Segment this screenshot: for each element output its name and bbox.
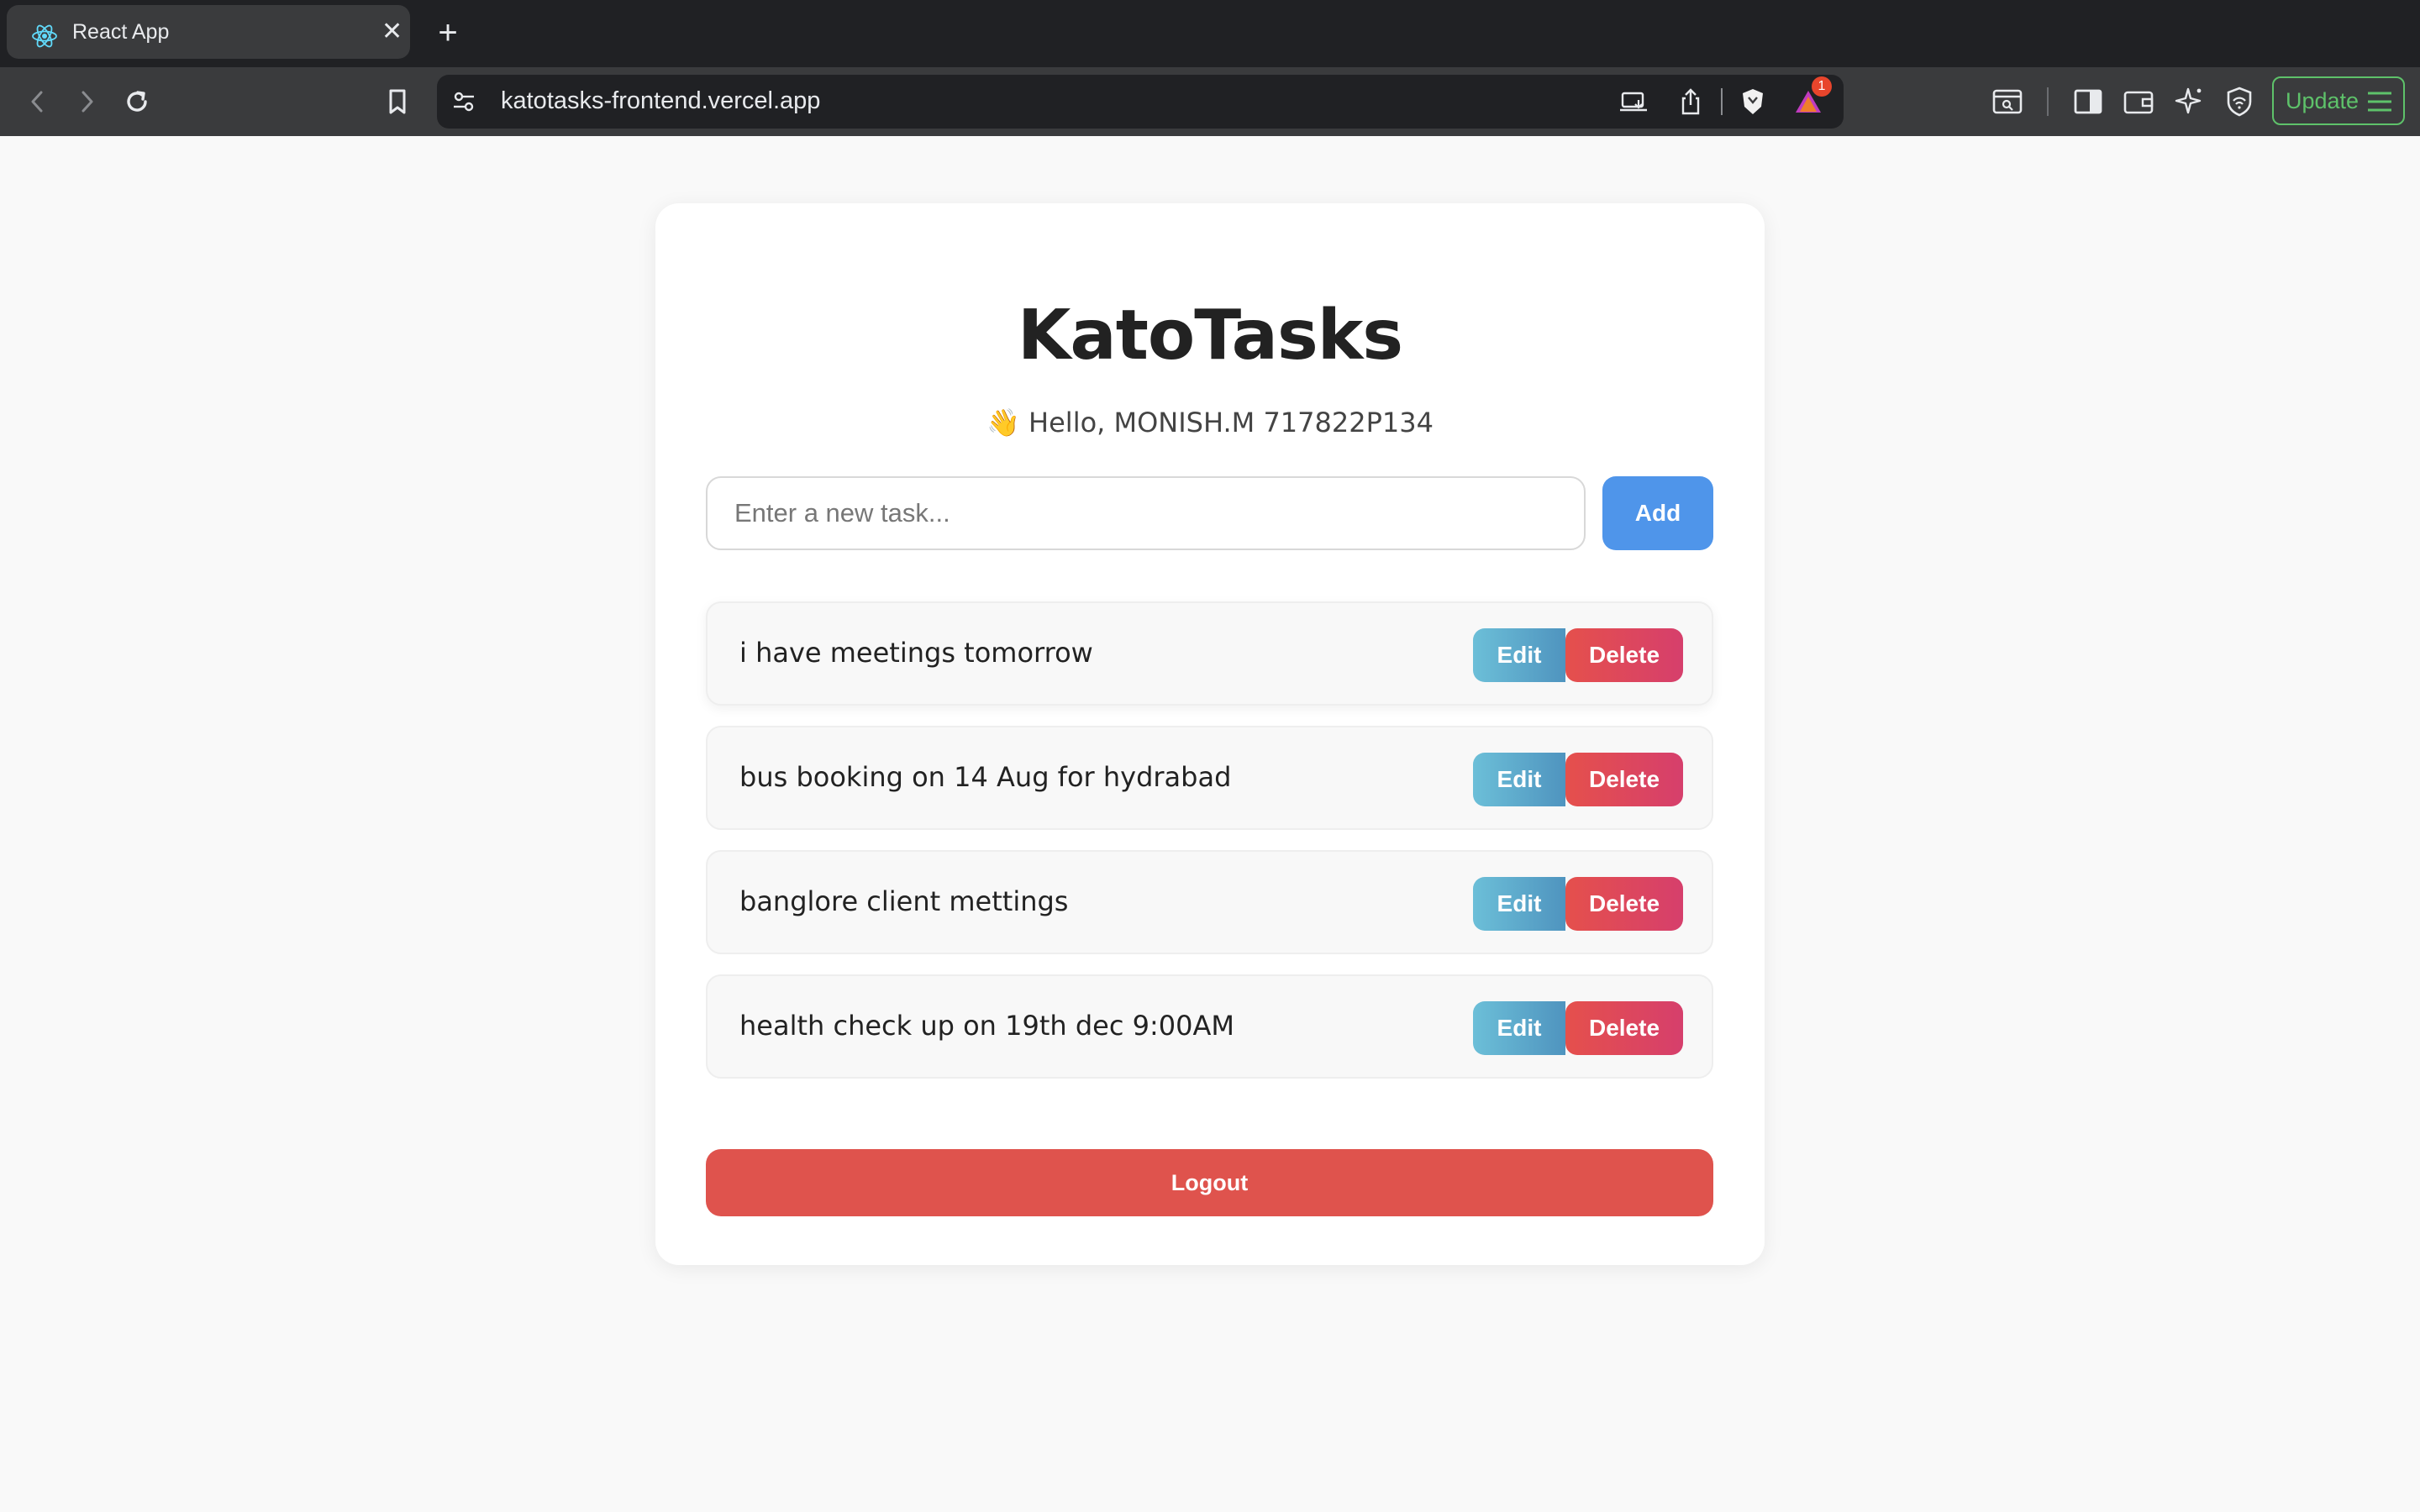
address-bar-divider xyxy=(1721,88,1723,115)
new-tab-button[interactable]: + xyxy=(432,12,464,54)
browser-tab[interactable]: React App ✕ xyxy=(7,5,410,59)
update-button[interactable]: Update xyxy=(2272,76,2405,125)
install-app-icon[interactable] xyxy=(1618,87,1649,117)
update-label: Update xyxy=(2286,88,2360,113)
task-text: banglore client mettings xyxy=(739,885,1069,917)
user-greeting: 👋 Hello, MONISH.M 717822P134 xyxy=(986,407,1434,438)
address-bar[interactable]: katotasks-frontend.vercel.app 1 xyxy=(437,75,1844,129)
react-logo-icon xyxy=(32,24,57,48)
bookmark-icon[interactable] xyxy=(378,82,417,121)
share-icon[interactable] xyxy=(1676,87,1706,117)
sidebar-icon[interactable] xyxy=(2070,84,2106,119)
logout-button[interactable]: Logout xyxy=(706,1149,1713,1216)
task-text: health check up on 19th dec 9:00AM xyxy=(739,1010,1234,1042)
tab-title: React App xyxy=(72,20,170,44)
back-icon[interactable] xyxy=(18,82,57,121)
brave-shields-icon[interactable] xyxy=(1738,87,1768,117)
site-settings-icon[interactable] xyxy=(449,87,479,117)
task-item: health check up on 19th dec 9:00AM Edit … xyxy=(706,974,1713,1079)
task-text: i have meetings tomorrow xyxy=(739,637,1093,669)
browser-tab-strip: React App ✕ + xyxy=(0,0,2420,67)
toolbar-divider xyxy=(2047,87,2049,116)
task-item: banglore client mettings Edit Delete xyxy=(706,850,1713,954)
delete-task-button[interactable]: Delete xyxy=(1565,753,1683,806)
app-title: KatoTasks xyxy=(1017,296,1403,375)
rewards-badge-count: 1 xyxy=(1812,76,1832,97)
edit-task-button[interactable]: Edit xyxy=(1473,1001,1565,1055)
task-text: bus booking on 14 Aug for hydrabad xyxy=(739,761,1232,793)
task-item: i have meetings tomorrow Edit Delete xyxy=(706,601,1713,706)
browser-toolbar: katotasks-frontend.vercel.app 1 Update xyxy=(0,67,2420,136)
delete-task-button[interactable]: Delete xyxy=(1565,877,1683,931)
close-tab-icon[interactable]: ✕ xyxy=(381,18,402,46)
leo-ai-icon[interactable] xyxy=(2171,84,2207,119)
screenshot-icon[interactable] xyxy=(1990,84,2025,119)
wallet-icon[interactable] xyxy=(2121,84,2156,119)
delete-task-button[interactable]: Delete xyxy=(1565,1001,1683,1055)
new-task-input[interactable] xyxy=(706,476,1586,550)
edit-task-button[interactable]: Edit xyxy=(1473,628,1565,682)
tasks-card: KatoTasks 👋 Hello, MONISH.M 717822P134 A… xyxy=(655,203,1765,1265)
task-item: bus booking on 14 Aug for hydrabad Edit … xyxy=(706,726,1713,830)
add-task-button[interactable]: Add xyxy=(1602,476,1713,550)
reload-icon[interactable] xyxy=(118,82,156,121)
url-text[interactable]: katotasks-frontend.vercel.app xyxy=(501,87,820,115)
forward-icon[interactable] xyxy=(67,82,106,121)
vpn-icon[interactable] xyxy=(2222,84,2257,119)
edit-task-button[interactable]: Edit xyxy=(1473,877,1565,931)
delete-task-button[interactable]: Delete xyxy=(1565,628,1683,682)
edit-task-button[interactable]: Edit xyxy=(1473,753,1565,806)
menu-icon xyxy=(2368,92,2391,112)
